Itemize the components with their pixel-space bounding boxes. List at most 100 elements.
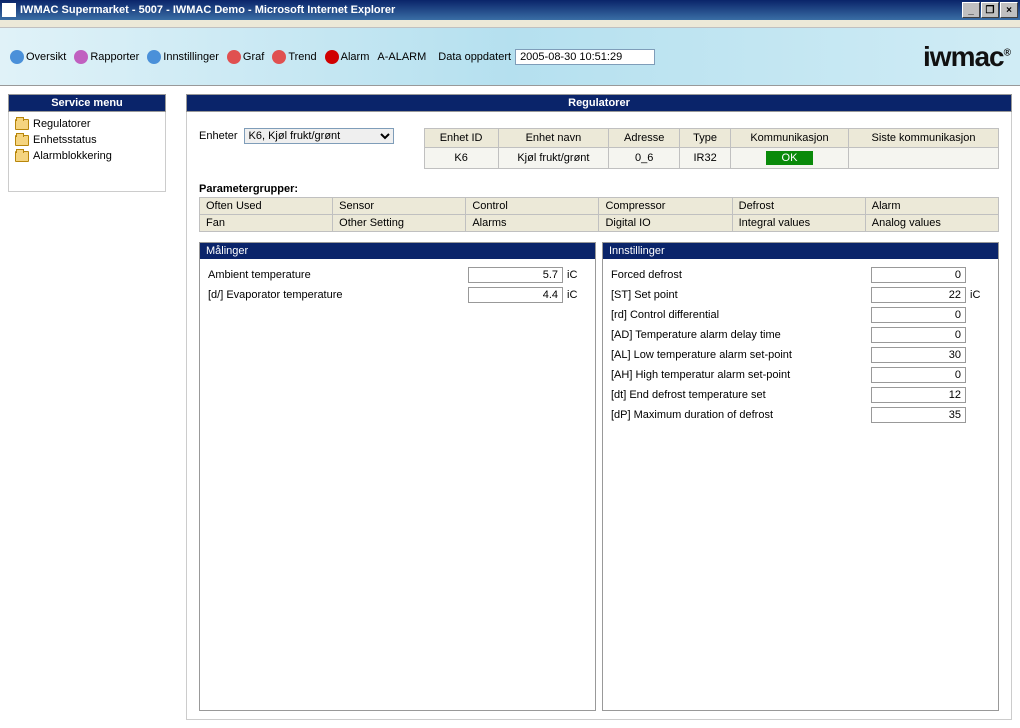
measurements-panel: Målinger Ambient temperature5.7iC[d/] Ev… <box>199 242 596 711</box>
param-group-compressor[interactable]: Compressor <box>599 198 732 215</box>
param-groups-table: Often UsedSensorControlCompressorDefrost… <box>199 197 999 232</box>
row-unit: iC <box>970 289 990 301</box>
param-group-sensor[interactable]: Sensor <box>333 198 466 215</box>
data-updated-value: 2005-08-30 10:51:29 <box>515 49 655 65</box>
folder-icon <box>15 119 29 130</box>
unit-table-header: Kommunikasjon <box>730 129 848 148</box>
units-select[interactable]: K6, Kjøl frukt/grønt <box>244 128 394 144</box>
unit-addr: 0_6 <box>609 148 680 169</box>
unit-table-header: Adresse <box>609 129 680 148</box>
measurements-body[interactable]: Ambient temperature5.7iC[d/] Evaporator … <box>200 259 595 710</box>
measurements-title: Målinger <box>200 243 595 259</box>
param-group-analog-values[interactable]: Analog values <box>865 215 998 232</box>
toolbar-label: Alarm <box>341 51 370 63</box>
toolbar-item-graf[interactable]: Graf <box>227 50 264 64</box>
unit-comm: OK <box>730 148 848 169</box>
sidebar-item-label: Regulatorer <box>33 118 90 130</box>
param-group-integral-values[interactable]: Integral values <box>732 215 865 232</box>
toolbar-label: Rapporter <box>90 51 139 63</box>
data-row: [dt] End defrost temperature set 12 <box>607 385 994 405</box>
row-value[interactable]: 22 <box>871 287 966 303</box>
toolbar-label: Trend <box>288 51 316 63</box>
graf-icon <box>227 50 241 64</box>
row-value[interactable]: 0 <box>871 267 966 283</box>
comm-ok-badge: OK <box>766 151 814 165</box>
toolbar-item-innstillinger[interactable]: Innstillinger <box>147 50 219 64</box>
iwmac-logo: iwmac® <box>923 41 1010 73</box>
toolbar-item-oversikt[interactable]: Oversikt <box>10 50 66 64</box>
oversikt-icon <box>10 50 24 64</box>
row-label: Forced defrost <box>611 269 867 281</box>
row-label: [dP] Maximum duration of defrost <box>611 409 867 421</box>
row-value[interactable]: 30 <box>871 347 966 363</box>
row-label: [AD] Temperature alarm delay time <box>611 329 867 341</box>
units-label: Enheter <box>199 130 238 142</box>
unit-type: IR32 <box>680 148 731 169</box>
data-row: [AH] High temperatur alarm set-point 0 <box>607 365 994 385</box>
sidebar-item-enhetsstatus[interactable]: Enhetsstatus <box>11 132 163 148</box>
sidebar-item-alarmblokkering[interactable]: Alarmblokkering <box>11 148 163 164</box>
settings-body[interactable]: Forced defrost 0 [ST] Set point 22 iC [rd] Co… <box>603 259 998 710</box>
unit-table-header: Enhet navn <box>498 129 608 148</box>
unit-table: Enhet IDEnhet navnAdresseTypeKommunikasj… <box>424 128 999 169</box>
toolbar-item-a-alarm[interactable]: A-ALARM <box>377 51 426 63</box>
data-row: [ST] Set point 22 iC <box>607 285 994 305</box>
ie-menubar <box>0 20 1020 28</box>
row-value[interactable]: 35 <box>871 407 966 423</box>
sidebar-item-label: Alarmblokkering <box>33 150 112 162</box>
toolbar-item-rapporter[interactable]: Rapporter <box>74 50 139 64</box>
ie-icon <box>2 3 16 17</box>
unit-last <box>849 148 999 169</box>
folder-icon <box>15 151 29 162</box>
param-group-defrost[interactable]: Defrost <box>732 198 865 215</box>
rapporter-icon <box>74 50 88 64</box>
settings-panel: Innstillinger Forced defrost 0 [ST] Set po… <box>602 242 999 711</box>
sidebar-item-regulatorer[interactable]: Regulatorer <box>11 116 163 132</box>
row-label: [ST] Set point <box>611 289 867 301</box>
unit-table-header: Type <box>680 129 731 148</box>
toolbar-item-trend[interactable]: Trend <box>272 50 316 64</box>
row-label: [rd] Control differential <box>611 309 867 321</box>
sidebar-item-label: Enhetsstatus <box>33 134 97 146</box>
sidebar-title: Service menu <box>8 94 166 112</box>
data-row: [dP] Maximum duration of defrost 35 <box>607 405 994 425</box>
param-group-often-used[interactable]: Often Used <box>200 198 333 215</box>
row-value[interactable]: 0 <box>871 307 966 323</box>
close-button[interactable]: × <box>1000 2 1018 18</box>
unit-id: K6 <box>424 148 498 169</box>
data-row: Forced defrost 0 <box>607 265 994 285</box>
param-group-control[interactable]: Control <box>466 198 599 215</box>
restore-button[interactable]: ❐ <box>981 2 999 18</box>
row-value[interactable]: 0 <box>871 367 966 383</box>
alarm-icon <box>325 50 339 64</box>
sidebar: Service menu Regulatorer Enhetsstatus Alar… <box>8 94 166 720</box>
data-updated-label: Data oppdatert <box>438 51 511 63</box>
param-group-alarm[interactable]: Alarm <box>865 198 998 215</box>
settings-title: Innstillinger <box>603 243 998 259</box>
param-group-alarms[interactable]: Alarms <box>466 215 599 232</box>
param-group-fan[interactable]: Fan <box>200 215 333 232</box>
trend-icon <box>272 50 286 64</box>
toolbar-label: Graf <box>243 51 264 63</box>
minimize-button[interactable]: _ <box>962 2 980 18</box>
param-group-digital-io[interactable]: Digital IO <box>599 215 732 232</box>
window-title: IWMAC Supermarket - 5007 - IWMAC Demo - … <box>20 4 961 16</box>
data-row: [AL] Low temperature alarm set-point30 <box>607 345 994 365</box>
data-row: [AD] Temperature alarm delay time 0 <box>607 325 994 345</box>
toolbar-item-alarm[interactable]: Alarm <box>325 50 370 64</box>
unit-row: K6 Kjøl frukt/grønt 0_6 IR32 OK <box>424 148 998 169</box>
row-label: [AH] High temperatur alarm set-point <box>611 369 867 381</box>
row-label: [dt] End defrost temperature set <box>611 389 867 401</box>
toolbar-label: A-ALARM <box>377 51 426 63</box>
row-value[interactable]: 0 <box>871 327 966 343</box>
main-title: Regulatorer <box>186 94 1012 112</box>
data-row: [rd] Control differential 0 <box>607 305 994 325</box>
data-row: Ambient temperature5.7iC <box>204 265 591 285</box>
row-value[interactable]: 12 <box>871 387 966 403</box>
unit-table-header: Siste kommunikasjon <box>849 129 999 148</box>
row-unit: iC <box>567 269 587 281</box>
toolbar-label: Innstillinger <box>163 51 219 63</box>
param-group-other-setting[interactable]: Other Setting <box>333 215 466 232</box>
data-row: [d/] Evaporator temperature4.4iC <box>204 285 591 305</box>
row-value: 5.7 <box>468 267 563 283</box>
